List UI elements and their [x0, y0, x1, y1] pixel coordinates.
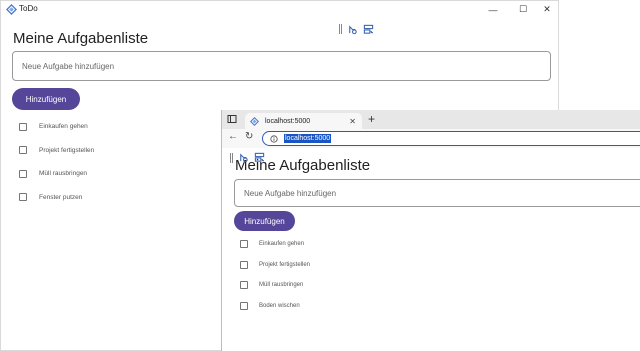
todo-label: Müll rausbringen [259, 282, 304, 289]
reload-button[interactable]: ↻ [245, 131, 253, 142]
address-bar[interactable]: localhost:5000 [262, 131, 640, 146]
browser-window: localhost:5000 ✕ + ← ↻ localhost:5000 Me… [221, 110, 640, 351]
devtools-inspect-icon[interactable] [238, 152, 249, 163]
tab-strip: localhost:5000 ✕ + [222, 110, 640, 129]
todo-checkbox[interactable] [240, 260, 248, 269]
app-titlebar[interactable]: ToDo — ☐ ✕ [1, 1, 558, 18]
devtools-layout-icon[interactable] [363, 24, 374, 35]
list-item: Boden wischen [240, 296, 310, 317]
page-title: Meine Aufgabenliste [13, 30, 149, 47]
browser-tab[interactable]: localhost:5000 ✕ [245, 113, 362, 129]
devtools-toolbar [339, 22, 374, 36]
list-item: Einkaufen gehen [19, 115, 94, 139]
todo-label: Einkaufen gehen [39, 123, 88, 131]
new-task-input[interactable]: Neue Aufgabe hinzufügen [234, 179, 640, 207]
url-text[interactable]: localhost:5000 [284, 134, 332, 143]
devtools-inspect-icon[interactable] [347, 24, 358, 35]
todo-label: Einkaufen gehen [259, 241, 305, 248]
app-title: ToDo [19, 4, 38, 13]
todo-checkbox[interactable] [19, 122, 27, 131]
close-tab-icon[interactable]: ✕ [349, 117, 356, 126]
todo-label: Müll rausbringen [39, 170, 88, 178]
new-task-input[interactable]: Neue Aufgabe hinzufügen [12, 51, 551, 81]
devtools-grip-icon[interactable] [339, 24, 342, 34]
tab-title: localhost:5000 [265, 117, 311, 125]
devtools-toolbar [230, 152, 265, 163]
minimize-button[interactable]: — [478, 1, 508, 18]
add-task-button[interactable]: Hinzufügen [234, 211, 295, 231]
list-item: Einkaufen gehen [240, 234, 310, 255]
todo-checkbox[interactable] [19, 169, 27, 178]
close-button[interactable]: ✕ [532, 1, 562, 18]
todo-list: Einkaufen gehen Projekt fertigstellen Mü… [240, 234, 310, 316]
list-item: Fenster putzen [19, 186, 94, 210]
favicon-icon [250, 116, 259, 126]
todo-checkbox[interactable] [19, 193, 27, 202]
devtools-grip-icon[interactable] [230, 152, 233, 163]
app-logo-icon [6, 4, 17, 15]
todo-checkbox[interactable] [19, 146, 27, 155]
todo-checkbox[interactable] [240, 240, 248, 249]
list-item: Projekt fertigstellen [19, 139, 94, 163]
info-icon[interactable] [270, 134, 278, 143]
todo-checkbox[interactable] [240, 301, 248, 310]
todo-label: Projekt fertigstellen [39, 146, 95, 154]
browser-toolbar: ← ↻ localhost:5000 [222, 129, 640, 148]
todo-label: Fenster putzen [39, 193, 83, 201]
new-tab-button[interactable]: + [368, 112, 375, 126]
todo-label: Projekt fertigstellen [259, 261, 311, 268]
list-item: Müll rausbringen [240, 275, 310, 296]
devtools-layout-icon[interactable] [254, 152, 265, 163]
todo-checkbox[interactable] [240, 281, 248, 290]
todo-label: Boden wischen [259, 302, 300, 309]
tab-actions-icon[interactable] [227, 114, 237, 124]
add-task-button[interactable]: Hinzufügen [12, 88, 80, 110]
back-button[interactable]: ← [228, 131, 238, 142]
list-item: Projekt fertigstellen [240, 255, 310, 276]
todo-list: Einkaufen gehen Projekt fertigstellen Mü… [19, 115, 94, 209]
list-item: Müll rausbringen [19, 162, 94, 186]
